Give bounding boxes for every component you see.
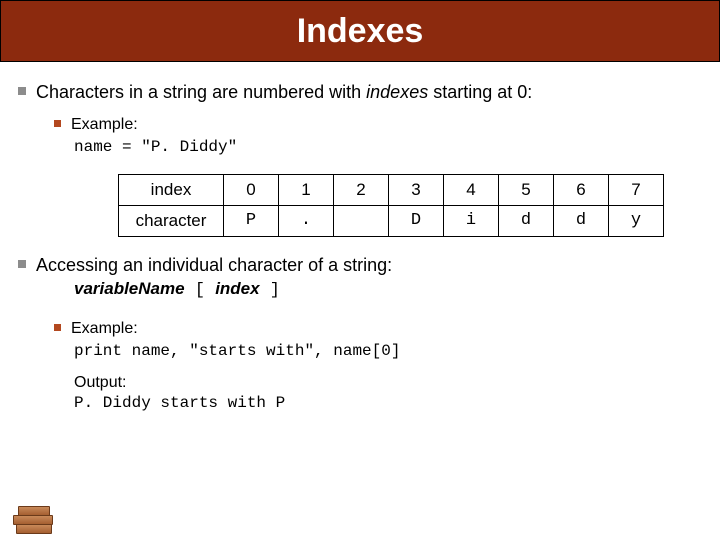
slide-content: Characters in a string are numbered with… (0, 62, 720, 412)
row-header-index: index (119, 174, 224, 205)
table-row: index 0 1 2 3 4 5 6 7 (119, 174, 664, 205)
bullet-1-text: Characters in a string are numbered with… (36, 80, 702, 104)
cell-idx-0: 0 (224, 174, 279, 205)
books-icon (10, 500, 58, 534)
bullet-1-italic: indexes (366, 82, 428, 102)
slide: Indexes Characters in a string are numbe… (0, 0, 720, 540)
bullet-2-syntax: variableName [ index ] (74, 279, 702, 300)
table-row: character P . D i d d y (119, 205, 664, 236)
cell-chr-6: d (554, 205, 609, 236)
cell-idx-7: 7 (609, 174, 664, 205)
syntax-lbracket: [ (185, 281, 216, 300)
bullet-2a: Example: (54, 318, 702, 340)
bullet-icon (54, 120, 61, 127)
bullet-icon (18, 260, 26, 268)
cell-chr-4: i (444, 205, 499, 236)
cell-idx-4: 4 (444, 174, 499, 205)
syntax-var: variableName (74, 279, 185, 298)
bullet-1-tail: starting at 0: (428, 82, 532, 102)
title-bar: Indexes (0, 0, 720, 62)
slide-title: Indexes (297, 12, 424, 51)
bullet-2a-label: Example: (71, 318, 702, 340)
bullet-icon (54, 324, 61, 331)
cell-idx-6: 6 (554, 174, 609, 205)
bullet-icon (18, 87, 26, 95)
cell-chr-3: D (389, 205, 444, 236)
cell-idx-3: 3 (389, 174, 444, 205)
syntax-index: index (215, 279, 259, 298)
index-table: index 0 1 2 3 4 5 6 7 character P . D i (118, 174, 664, 237)
bullet-1: Characters in a string are numbered with… (18, 80, 702, 104)
bullet-2-text: Accessing an individual character of a s… (36, 253, 702, 277)
cell-chr-7: y (609, 205, 664, 236)
bullet-1-part1: Characters in a string are numbered with (36, 82, 366, 102)
cell-chr-0: P (224, 205, 279, 236)
cell-idx-5: 5 (499, 174, 554, 205)
cell-chr-5: d (499, 205, 554, 236)
bullet-1a-code: name = "P. Diddy" (74, 138, 702, 156)
row-header-char: character (119, 205, 224, 236)
output-label: Output: (74, 374, 702, 392)
cell-idx-2: 2 (334, 174, 389, 205)
bullet-2a-code: print name, "starts with", name[0] (74, 342, 702, 360)
bullet-1a-label: Example: (71, 114, 702, 136)
syntax-rbracket: ] (260, 281, 280, 300)
output-text: P. Diddy starts with P (74, 394, 702, 412)
cell-chr-2 (334, 205, 389, 236)
bullet-2: Accessing an individual character of a s… (18, 253, 702, 277)
index-table-wrap: index 0 1 2 3 4 5 6 7 character P . D i (118, 174, 702, 237)
cell-chr-1: . (279, 205, 334, 236)
cell-idx-1: 1 (279, 174, 334, 205)
bullet-1a: Example: (54, 114, 702, 136)
